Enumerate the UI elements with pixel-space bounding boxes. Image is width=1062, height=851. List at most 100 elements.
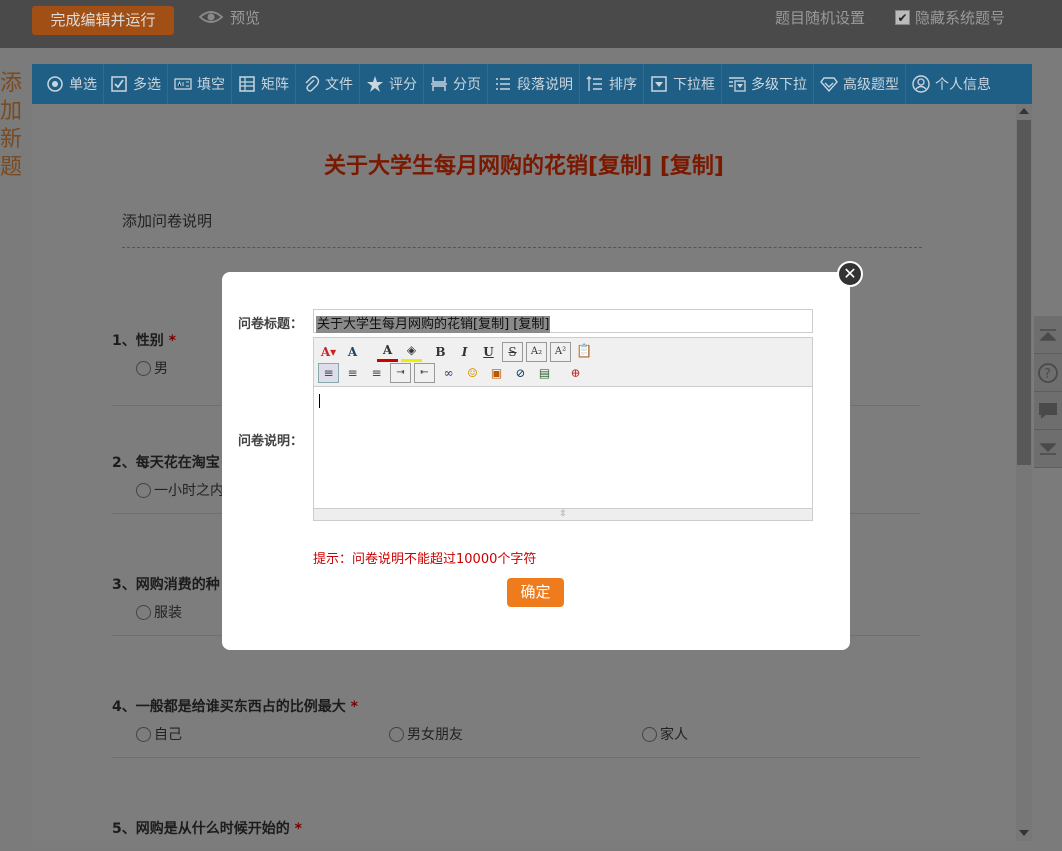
feedback-icon[interactable] [1034, 392, 1062, 430]
toolbar-item-personal-info[interactable]: 个人信息 [906, 64, 997, 104]
required-mark: * [350, 699, 358, 715]
link-icon[interactable]: ∞ [438, 363, 459, 383]
random-setting-link[interactable]: 题目随机设置 [775, 7, 865, 28]
toolbar-item-label: 个人信息 [935, 77, 991, 93]
side-tools: ? [1034, 316, 1062, 468]
survey-title-input[interactable]: 关于大学生每月网购的花销[复制] [复制] [313, 309, 813, 333]
align-left-icon[interactable]: ≡ [318, 362, 339, 383]
survey-description[interactable]: 添加问卷说明 [122, 210, 922, 248]
help-icon[interactable]: ? [1034, 354, 1062, 392]
side-deco-char: 添 [0, 71, 23, 96]
option-label: 服装 [154, 605, 182, 621]
question-title: 4、一般都是给谁买东西占的比例最大 [112, 699, 346, 715]
font-color-icon[interactable] [366, 342, 374, 362]
toolbar-item-page-break[interactable]: 分页 [424, 64, 488, 104]
option-label: 自己 [154, 727, 182, 743]
toolbar-item-matrix[interactable]: 矩阵 [232, 64, 296, 104]
toolbar-item-multi-choice[interactable]: 多选 [104, 64, 168, 104]
star-icon [366, 75, 384, 93]
toolbar-item-label: 文件 [325, 77, 353, 93]
toolbar-item-multi-dropdown[interactable]: 多级下拉 [722, 64, 814, 104]
subscript-icon[interactable]: A₂ [526, 341, 547, 362]
toolbar-item-dropdown[interactable]: 下拉框 [644, 64, 722, 104]
media-icon[interactable]: ▤ [534, 363, 555, 383]
outdent-icon[interactable]: ⇤ [414, 362, 435, 383]
insert-line-icon[interactable]: ⊕ [565, 363, 586, 383]
radio-circle-icon[interactable] [136, 726, 151, 742]
finish-edit-run-button[interactable]: 完成编辑并运行 [32, 6, 174, 35]
toolbar-item-advanced[interactable]: 高级题型 [814, 64, 906, 104]
rich-text-editor: A▾ A A ◈ B I U S A₂ A² 📋 ≡ ≡ ≡ ⇥ ⇤ ∞ ☺ ▣… [313, 337, 813, 521]
top-bar: 完成编辑并运行 预览 题目随机设置 ✔ 隐藏系统题号 [0, 0, 1062, 48]
preview-label: 预览 [230, 8, 261, 27]
scroll-thumb[interactable] [1017, 120, 1031, 465]
option-item[interactable]: 家人 [642, 724, 895, 744]
option-item[interactable]: 自己 [136, 724, 389, 744]
font-family-icon[interactable]: A▾ [318, 342, 339, 362]
editor-resize-handle[interactable]: ⇳ [314, 508, 812, 520]
scroll-up-arrow-icon[interactable] [1019, 108, 1029, 114]
italic-icon[interactable]: I [454, 342, 475, 362]
underline-icon[interactable]: U [478, 342, 499, 362]
description-length-hint: 提示：问卷说明不能超过10000个字符 [313, 552, 537, 567]
text-cursor [319, 394, 320, 408]
side-deco-char: 加 [0, 99, 23, 124]
radio-circle-icon[interactable] [389, 726, 404, 742]
align-right-icon[interactable]: ≡ [366, 363, 387, 383]
dropdown-icon [650, 75, 668, 93]
editor-content-area[interactable] [314, 387, 812, 508]
flash-icon[interactable]: ⊘ [510, 363, 531, 383]
radio-circle-icon[interactable] [642, 726, 657, 742]
add-question-side-tab[interactable]: 添 加 新 题 [0, 70, 32, 240]
highlight-color-icon[interactable]: ◈ [401, 342, 422, 362]
radio-circle-icon[interactable] [136, 604, 151, 620]
toolbar-item-paragraph[interactable]: 段落说明 [488, 64, 580, 104]
toolbar-item-file[interactable]: 文件 [296, 64, 360, 104]
toolbar-item-rating[interactable]: 评分 [360, 64, 424, 104]
toolbar-item-sort[interactable]: 排序 [580, 64, 644, 104]
radio-circle-icon[interactable] [136, 360, 151, 376]
checkbox-checked-icon[interactable]: ✔ [895, 10, 910, 25]
toolbar-item-single-choice[interactable]: 单选 [40, 64, 104, 104]
bold-icon[interactable]: B [430, 342, 451, 362]
back-to-top-icon[interactable] [1034, 316, 1062, 354]
back-to-bottom-icon[interactable] [1034, 430, 1062, 468]
emoticon-icon[interactable]: ☺ [462, 363, 483, 383]
hide-system-number-toggle[interactable]: ✔ 隐藏系统题号 [895, 7, 1005, 28]
matrix-icon [238, 75, 256, 93]
font-size-icon[interactable]: A [342, 342, 363, 362]
option-label: 家人 [660, 727, 688, 743]
radio-circle-icon[interactable] [136, 482, 151, 498]
indent-icon[interactable]: ⇥ [390, 362, 411, 383]
multi-dropdown-icon [728, 75, 746, 93]
toolbar-item-fill-blank[interactable]: 填空 [168, 64, 232, 104]
preview-button[interactable]: 预览 [198, 6, 260, 28]
text-color-icon[interactable]: A [377, 342, 398, 362]
diamond-icon [820, 75, 838, 93]
option-item[interactable]: 男女朋友 [389, 724, 642, 744]
confirm-button[interactable]: 确定 [507, 578, 564, 607]
side-deco-char: 题 [0, 155, 23, 180]
edit-survey-info-dialog: 问卷标题： 关于大学生每月网购的花销[复制] [复制] 问卷说明： A▾ A A… [222, 272, 850, 650]
question-block[interactable]: 5、网购是从什么时候开始的 * [112, 818, 920, 841]
question-title: 2、每天花在淘宝 [112, 455, 220, 471]
toolbar-item-label: 排序 [609, 77, 637, 93]
paperclip-icon [302, 75, 320, 93]
align-center-icon[interactable]: ≡ [342, 363, 363, 383]
close-icon[interactable]: ✕ [837, 261, 863, 287]
paragraph-icon [494, 75, 512, 93]
image-icon[interactable]: ▣ [486, 363, 507, 383]
question-block[interactable]: 4、一般都是给谁买东西占的比例最大 * 自己 男女朋友 家人 [112, 696, 920, 758]
paste-text-icon[interactable]: 📋 [574, 342, 595, 362]
description-field-label: 问卷说明： [238, 434, 304, 449]
hide-system-number-label: 隐藏系统题号 [915, 9, 1006, 27]
vertical-scrollbar[interactable] [1016, 104, 1032, 841]
user-icon [912, 75, 930, 93]
toolbar-item-label: 评分 [389, 77, 417, 93]
scroll-down-arrow-icon[interactable] [1019, 830, 1029, 836]
survey-title[interactable]: 关于大学生每月网购的花销[复制] [复制] [32, 148, 1016, 180]
strikethrough-icon[interactable]: S [502, 341, 523, 362]
toolbar-item-label: 高级题型 [843, 77, 899, 93]
sort-icon [586, 75, 604, 93]
superscript-icon[interactable]: A² [550, 341, 571, 362]
